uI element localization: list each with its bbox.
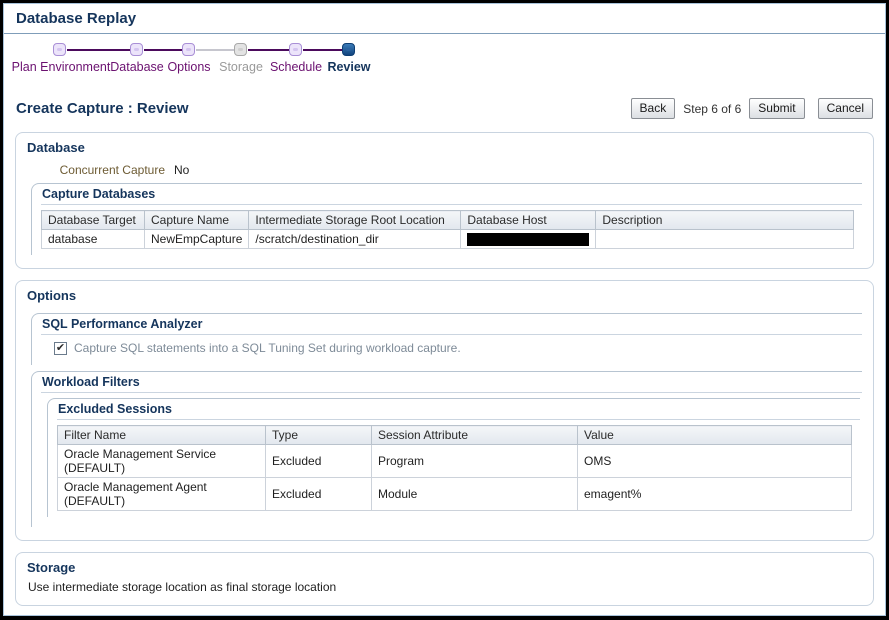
capture-databases-group: Capture Databases Database Target Captur…	[31, 183, 862, 255]
wizard-page-title: Create Capture : Review	[16, 100, 189, 117]
train-label-storage: Storage	[219, 60, 263, 74]
cell-capture-name: NewEmpCapture	[145, 230, 249, 249]
database-section-title: Database	[25, 138, 864, 159]
node-dash-icon	[238, 48, 243, 51]
cell-database-target: database	[42, 230, 145, 249]
train-label-database[interactable]: Database	[110, 60, 164, 74]
step-indicator: Step 6 of 6	[679, 102, 745, 116]
column-header: Database Target	[42, 211, 145, 230]
column-header: Type	[266, 426, 372, 445]
window-frame: Database Replay Plan Environment Databas…	[0, 0, 889, 620]
table-header-row: Database Target Capture Name Intermediat…	[42, 211, 854, 230]
column-header: Intermediate Storage Root Location	[249, 211, 461, 230]
node-dash-icon	[134, 48, 139, 51]
section-database: Database Concurrent Capture No Capture D…	[15, 132, 874, 269]
node-dash-icon	[346, 48, 351, 51]
spa-group: SQL Performance Analyzer ✔ Capture SQL s…	[31, 313, 862, 365]
cell-database-host	[461, 230, 596, 249]
node-dash-icon	[57, 48, 62, 51]
column-header: Session Attribute	[372, 426, 578, 445]
cell-value: OMS	[578, 445, 852, 478]
spa-title: SQL Performance Analyzer	[41, 314, 862, 335]
wizard-toolbar: Back Step 6 of 6 Submit Cancel	[631, 98, 873, 119]
table-row: Oracle Management Agent (DEFAULT) Exclud…	[58, 478, 852, 511]
train-connector-2	[144, 49, 182, 51]
column-header: Description	[596, 211, 853, 230]
section-options: Options SQL Performance Analyzer ✔ Captu…	[15, 280, 874, 541]
page-title: Database Replay	[16, 10, 136, 27]
train-connector-4	[248, 49, 289, 51]
cell-session-attribute: Module	[372, 478, 578, 511]
excluded-sessions-table: Filter Name Type Session Attribute Value…	[57, 425, 852, 511]
column-header: Capture Name	[145, 211, 249, 230]
train-node-schedule[interactable]	[289, 43, 302, 56]
cell-value: emagent%	[578, 478, 852, 511]
train-label-review: Review	[327, 60, 370, 74]
workload-filters-title: Workload Filters	[41, 372, 862, 393]
storage-section-title: Storage	[25, 558, 864, 579]
cell-filter-name: Oracle Management Agent (DEFAULT)	[58, 478, 266, 511]
redacted-database-host	[467, 233, 589, 246]
wizard-train: Plan Environment Database Options Storag…	[4, 41, 885, 87]
train-connector-5	[303, 49, 342, 51]
column-header: Value	[578, 426, 852, 445]
train-connector-1	[67, 49, 130, 51]
concurrent-capture-row: Concurrent Capture No	[25, 163, 864, 177]
options-section-title: Options	[25, 286, 864, 307]
workload-filters-group: Workload Filters Excluded Sessions Filte…	[31, 371, 862, 527]
table-row: database NewEmpCapture /scratch/destinat…	[42, 230, 854, 249]
column-header: Database Host	[461, 211, 596, 230]
subtitle-bar: Create Capture : Review Back Step 6 of 6…	[4, 87, 885, 132]
cell-filter-name: Oracle Management Service (DEFAULT)	[58, 445, 266, 478]
spa-checkbox-label: Capture SQL statements into a SQL Tuning…	[74, 341, 461, 355]
train-node-database[interactable]	[130, 43, 143, 56]
train-connector-3	[196, 49, 234, 51]
train-node-storage	[234, 43, 247, 56]
capture-databases-table: Database Target Capture Name Intermediat…	[41, 210, 854, 249]
node-dash-icon	[293, 48, 298, 51]
cell-session-attribute: Program	[372, 445, 578, 478]
back-button[interactable]: Back	[631, 98, 676, 119]
excluded-sessions-group: Excluded Sessions Filter Name Type Sessi…	[47, 398, 860, 517]
title-bar: Database Replay	[4, 4, 885, 34]
train-label-options[interactable]: Options	[167, 60, 210, 74]
concurrent-capture-label: Concurrent Capture	[25, 163, 165, 177]
spa-checkbox[interactable]: ✔	[54, 342, 67, 355]
cell-type: Excluded	[266, 445, 372, 478]
node-dash-icon	[186, 48, 191, 51]
capture-databases-title: Capture Databases	[41, 184, 862, 205]
cancel-button[interactable]: Cancel	[818, 98, 873, 119]
section-storage: Storage Use intermediate storage locatio…	[15, 552, 874, 606]
submit-button[interactable]: Submit	[749, 98, 804, 119]
table-header-row: Filter Name Type Session Attribute Value	[58, 426, 852, 445]
cell-description	[596, 230, 853, 249]
storage-option-text: Use intermediate storage location as fin…	[25, 579, 864, 596]
spa-checkbox-row: ✔ Capture SQL statements into a SQL Tuni…	[54, 341, 862, 355]
cell-storage-location: /scratch/destination_dir	[249, 230, 461, 249]
excluded-sessions-title: Excluded Sessions	[57, 399, 860, 420]
train-label-plan-environment[interactable]: Plan Environment	[12, 60, 111, 74]
concurrent-capture-value: No	[174, 163, 189, 177]
train-label-schedule[interactable]: Schedule	[270, 60, 322, 74]
cell-type: Excluded	[266, 478, 372, 511]
table-row: Oracle Management Service (DEFAULT) Excl…	[58, 445, 852, 478]
column-header: Filter Name	[58, 426, 266, 445]
page-content: Database Replay Plan Environment Databas…	[3, 3, 886, 616]
train-node-plan-environment[interactable]	[53, 43, 66, 56]
checkmark-icon: ✔	[56, 343, 65, 354]
train-node-review	[342, 43, 355, 56]
train-node-options[interactable]	[182, 43, 195, 56]
